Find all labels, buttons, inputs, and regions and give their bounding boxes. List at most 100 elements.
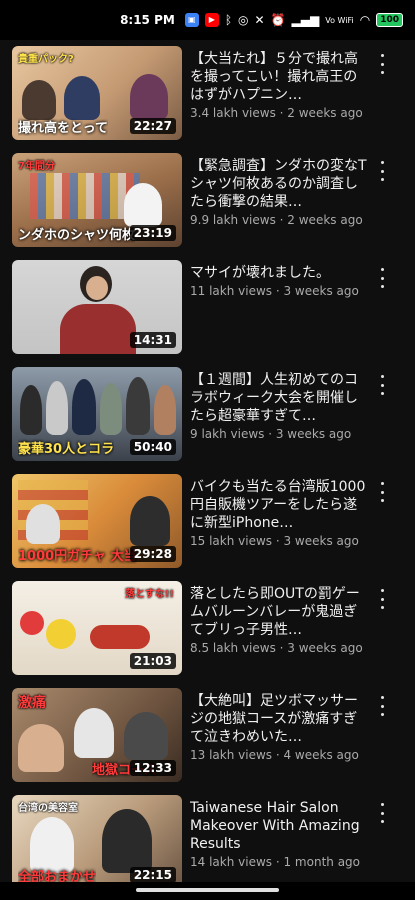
more-options-icon[interactable] <box>374 268 390 288</box>
video-title[interactable]: 【大当たれ】５分で撮れ高を撮ってこい！撮れ高王のはずがハプニン… <box>190 50 370 104</box>
more-options-icon[interactable] <box>374 375 390 395</box>
more-options-icon[interactable] <box>374 482 390 502</box>
thumbnail-person <box>64 76 100 120</box>
thumbnail-person-body <box>60 304 136 354</box>
video-duration: 12:33 <box>129 760 176 776</box>
video-item[interactable]: 激痛 地獄コース 12:33 【大絶叫】足ツボマッサージの地獄コースが激痛すぎて… <box>0 682 415 789</box>
view-count: 15 lakh views <box>190 534 273 548</box>
upload-age: 4 weeks ago <box>283 748 359 762</box>
thumbnail-person <box>26 504 60 544</box>
view-count: 14 lakh views <box>190 855 273 869</box>
view-count: 9.9 lakh views <box>190 213 276 227</box>
video-duration: 23:19 <box>129 225 176 241</box>
bluetooth-icon: ᛒ <box>224 13 233 27</box>
video-info[interactable]: 【１週間】人生初めてのコラボウィーク大会を開催したら超豪華すぎて… 9 lakh… <box>190 371 370 441</box>
thumbnail-caption-top: 7年間分 <box>18 161 55 172</box>
more-options-icon[interactable] <box>374 696 390 716</box>
video-info[interactable]: マサイが壊れました。 11 lakh views · 3 weeks ago <box>190 264 370 298</box>
video-duration: 50:40 <box>129 439 176 455</box>
video-title[interactable]: 落としたら即OUTの罰ゲームバルーンバレーが鬼過ぎてブリっ子男性… <box>190 585 370 639</box>
video-meta: 3.4 lakh views · 2 weeks ago <box>190 106 363 120</box>
video-thumbnail[interactable]: 7年間分 ンダホのシャツ何枚 23:19 <box>12 153 182 247</box>
thumbnail-person <box>72 379 96 435</box>
ring-mode-icon: ✕ <box>254 13 265 27</box>
video-thumbnail[interactable]: 貴重パック? 撮れ高をとって 22:27 <box>12 46 182 140</box>
upload-age: 3 weeks ago <box>275 427 352 441</box>
thumbnail-person <box>124 712 168 760</box>
thumbnail-person <box>100 383 122 435</box>
video-thumbnail[interactable]: 14:31 <box>12 260 182 354</box>
thumbnail-caption-top: 落とすな!! <box>125 589 174 600</box>
video-list: 貴重パック? 撮れ高をとって 22:27 【大当たれ】５分で撮れ高を撮ってこい！… <box>0 40 415 896</box>
video-thumbnail[interactable]: 台湾の美容室 全部おまかせ 22:15 <box>12 795 182 889</box>
video-info[interactable]: 【緊急調査】ンダホの変なTシャツ何枚あるのか調査したら衝撃の結果… 9.9 la… <box>190 157 370 227</box>
video-duration: 22:27 <box>129 118 176 134</box>
video-item[interactable]: 14:31 マサイが壊れました。 11 lakh views · 3 weeks… <box>0 254 415 361</box>
video-title[interactable]: Taiwanese Hair Salon Makeover With Amazi… <box>190 799 370 853</box>
video-title[interactable]: バイクも当たる台湾版1000円自販機ツアーをしたら遂に新型iPhone… <box>190 478 370 532</box>
thumbnail-person <box>126 377 150 435</box>
thumbnail-caption: 撮れ高をとって <box>18 121 108 136</box>
status-time: 8:15 PM <box>120 13 175 27</box>
video-item[interactable]: 7年間分 ンダホのシャツ何枚 23:19 【緊急調査】ンダホの変なTシャツ何枚あ… <box>0 147 415 254</box>
data-saver-icon: ◎ <box>238 13 249 27</box>
video-title[interactable]: マサイが壊れました。 <box>190 264 370 282</box>
video-meta: 15 lakh views · 3 weeks ago <box>190 534 359 548</box>
video-title[interactable]: 【１週間】人生初めてのコラボウィーク大会を開催したら超豪華すぎて… <box>190 371 370 425</box>
more-options-icon[interactable] <box>374 161 390 181</box>
gesture-handle[interactable] <box>136 888 279 892</box>
alarm-icon: ⏰ <box>270 13 286 27</box>
thumbnail-person <box>102 809 152 873</box>
video-item[interactable]: 貴重パック? 撮れ高をとって 22:27 【大当たれ】５分で撮れ高を撮ってこい！… <box>0 40 415 147</box>
upload-age: 1 month ago <box>283 855 361 869</box>
upload-age: 2 weeks ago <box>287 106 363 120</box>
video-item[interactable]: 落とすな!! 21:03 落としたら即OUTの罰ゲームバルーンバレーが鬼過ぎてブ… <box>0 575 415 682</box>
thumbnail-person <box>30 817 74 873</box>
thumbnail-caption-top: 台湾の美容室 <box>18 803 78 814</box>
thumbnail-person <box>46 381 68 435</box>
signal-icon: ▂▄▆ <box>291 13 320 27</box>
video-meta: 11 lakh views · 3 weeks ago <box>190 284 359 298</box>
video-item[interactable]: 1000円ガチャ 大当 29:28 バイクも当たる台湾版1000円自販機ツアーを… <box>0 468 415 575</box>
thumbnail-caption: 豪華30人とコラ <box>18 442 115 457</box>
wifi-icon: ◠ <box>359 13 371 27</box>
video-thumbnail[interactable]: 激痛 地獄コース 12:33 <box>12 688 182 782</box>
thumbnail-person <box>130 496 170 546</box>
status-bar: 8:15 PM ▣ ▶ ᛒ ◎ ✕ ⏰ ▂▄▆ Vo WiFi ◠ 100 <box>0 0 415 40</box>
video-title[interactable]: 【緊急調査】ンダホの変なTシャツ何枚あるのか調査したら衝撃の結果… <box>190 157 370 211</box>
video-thumbnail[interactable]: 1000円ガチャ 大当 29:28 <box>12 474 182 568</box>
thumbnail-person <box>124 183 162 227</box>
thumbnail-caption: ンダホのシャツ何枚 <box>18 228 136 243</box>
video-info[interactable]: バイクも当たる台湾版1000円自販機ツアーをしたら遂に新型iPhone… 15 … <box>190 478 370 548</box>
video-duration: 21:03 <box>129 653 176 669</box>
notification-app-icon: ▣ <box>184 13 199 27</box>
video-meta: 9.9 lakh views · 2 weeks ago <box>190 213 363 227</box>
video-info[interactable]: 【大絶叫】足ツボマッサージの地獄コースが激痛すぎて泣きわめいた… 13 lakh… <box>190 692 370 762</box>
thumbnail-person <box>74 708 114 758</box>
upload-age: 2 weeks ago <box>287 213 363 227</box>
video-info[interactable]: Taiwanese Hair Salon Makeover With Amazi… <box>190 799 370 869</box>
video-item[interactable]: 豪華30人とコラ 50:40 【１週間】人生初めてのコラボウィーク大会を開催した… <box>0 361 415 468</box>
more-options-icon[interactable] <box>374 803 390 823</box>
video-info[interactable]: 【大当たれ】５分で撮れ高を撮ってこい！撮れ高王のはずがハプニン… 3.4 lak… <box>190 50 370 120</box>
system-navigation-bar <box>0 882 415 900</box>
video-title[interactable]: 【大絶叫】足ツボマッサージの地獄コースが激痛すぎて泣きわめいた… <box>190 692 370 746</box>
view-count: 3.4 lakh views <box>190 106 276 120</box>
video-meta: 9 lakh views · 3 weeks ago <box>190 427 352 441</box>
thumbnail-person <box>90 625 150 649</box>
view-count: 8.5 lakh views <box>190 641 276 655</box>
video-thumbnail[interactable]: 落とすな!! 21:03 <box>12 581 182 675</box>
more-options-icon[interactable] <box>374 54 390 74</box>
thumbnail-balloon <box>46 619 76 649</box>
thumbnail-caption-top: 貴重パック? <box>18 54 74 65</box>
thumbnail-person <box>154 385 176 435</box>
view-count: 11 lakh views <box>190 284 273 298</box>
thumbnail-caption: 1000円ガチャ 大当 <box>18 549 137 564</box>
view-count: 9 lakh views <box>190 427 265 441</box>
more-options-icon[interactable] <box>374 589 390 609</box>
upload-age: 3 weeks ago <box>283 534 359 548</box>
video-info[interactable]: 落としたら即OUTの罰ゲームバルーンバレーが鬼過ぎてブリっ子男性… 8.5 la… <box>190 585 370 655</box>
video-item[interactable]: 台湾の美容室 全部おまかせ 22:15 Taiwanese Hair Salon… <box>0 789 415 896</box>
thumbnail-person <box>130 74 168 120</box>
video-thumbnail[interactable]: 豪華30人とコラ 50:40 <box>12 367 182 461</box>
